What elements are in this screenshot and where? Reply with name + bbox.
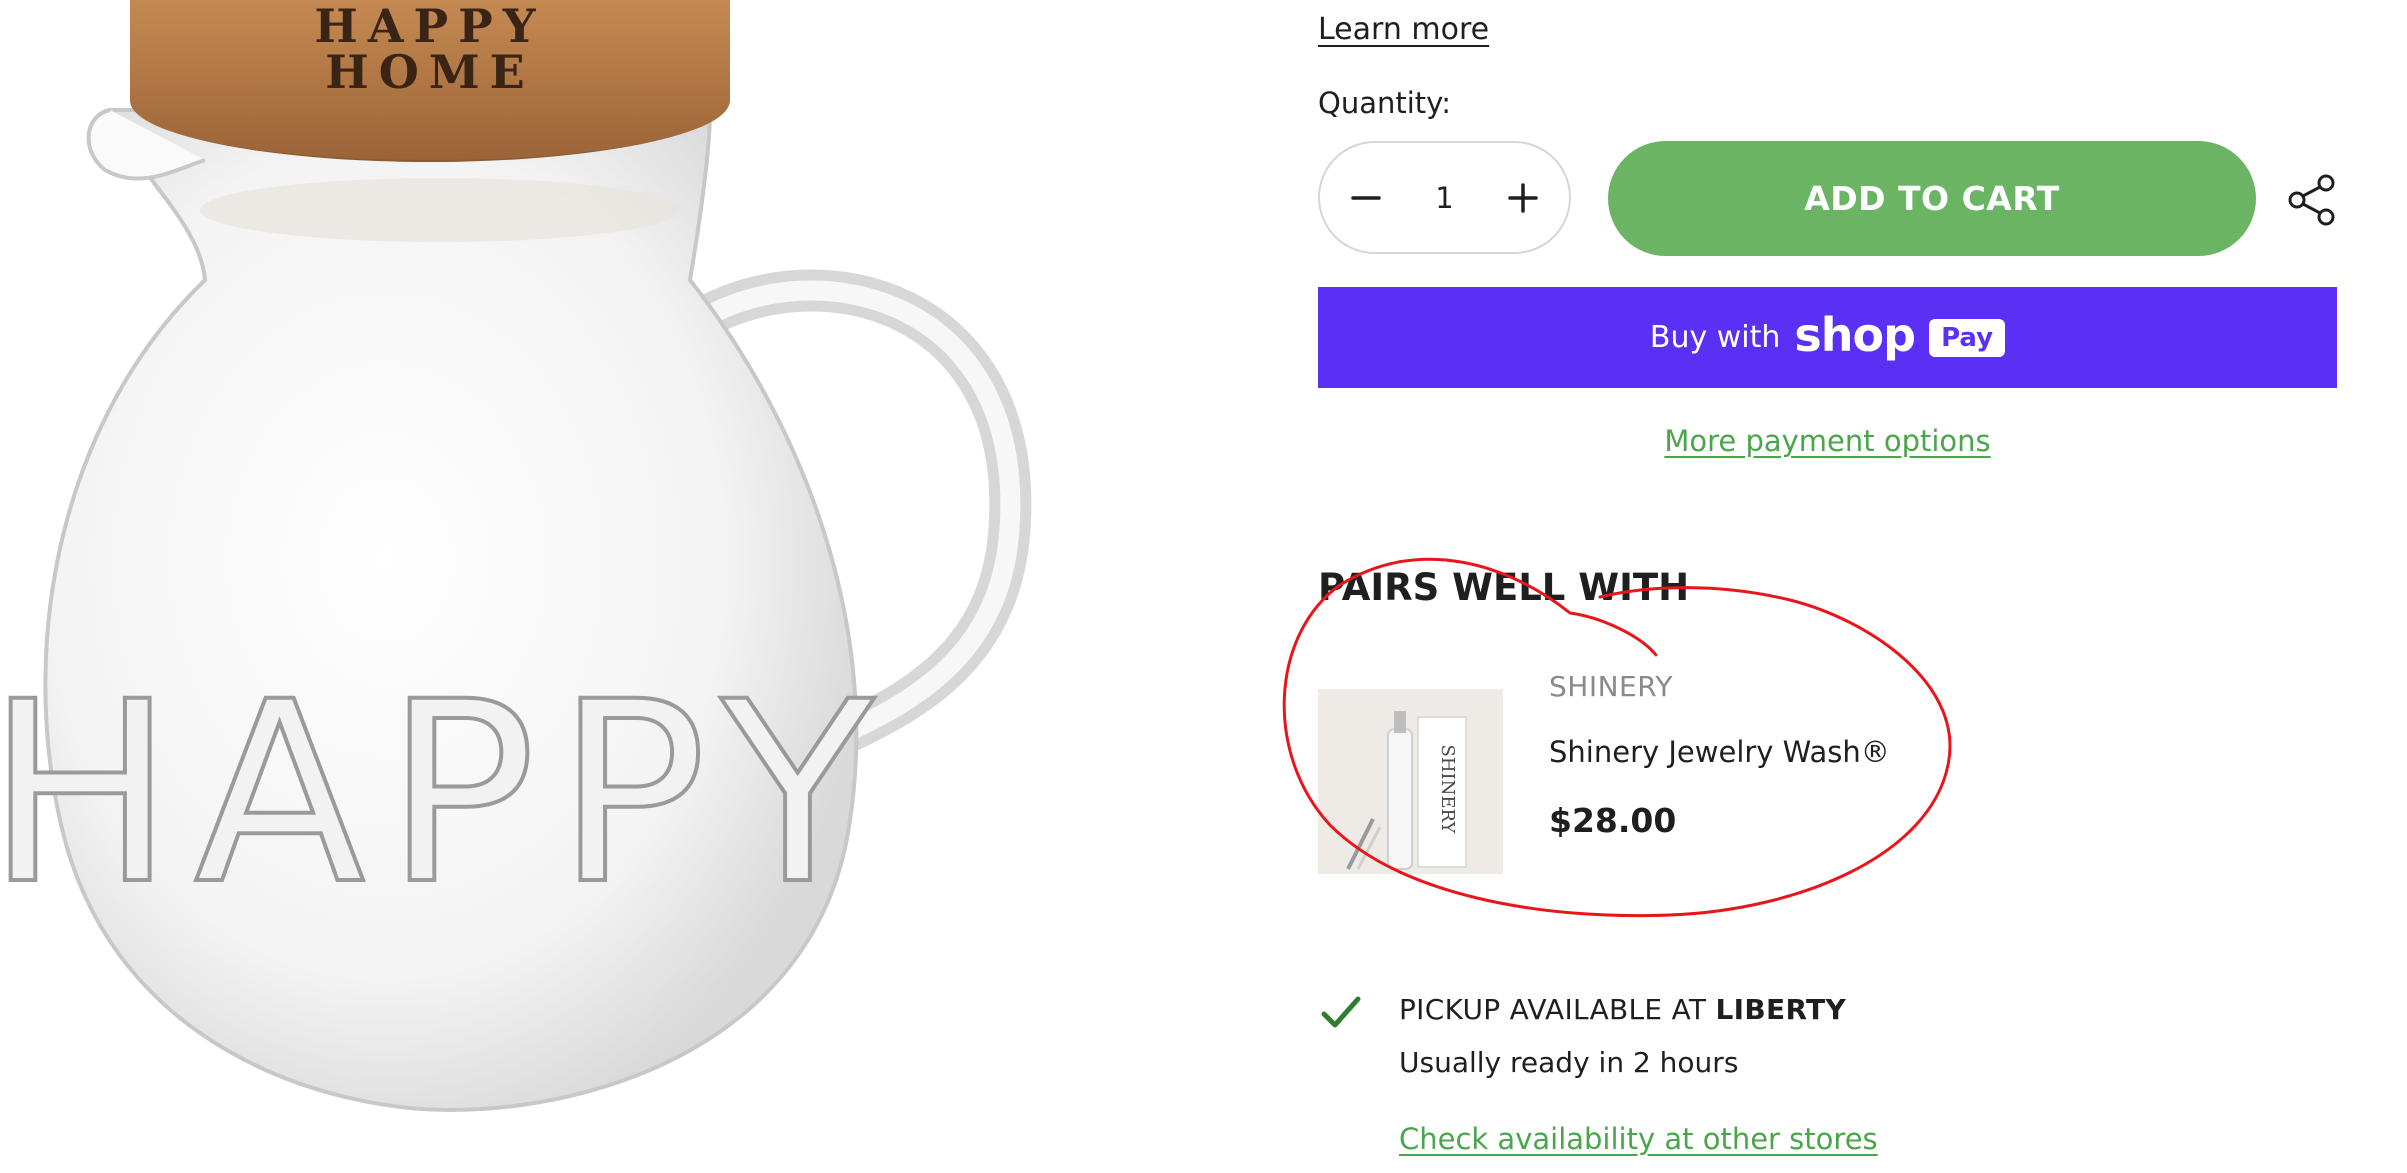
pair-vendor: SHINERY — [1549, 670, 1673, 703]
svg-text:HAPPY: HAPPY — [0, 648, 894, 939]
pair-product-price: $28.00 — [1549, 801, 1677, 840]
pairs-well-with-title: PAIRS WELL WITH — [1318, 566, 1690, 609]
increase-quantity-button[interactable] — [1499, 174, 1547, 222]
quantity-input[interactable]: 1 — [1435, 181, 1453, 215]
product-image: HAPPY HOME HAPPY — [0, 0, 1060, 1173]
learn-more-link[interactable]: Learn more — [1318, 12, 1489, 47]
pair-product-thumbnail[interactable]: SHINERY — [1318, 689, 1503, 874]
pay-badge: Pay — [1929, 318, 2006, 357]
quantity-label: Quantity: — [1318, 86, 1451, 120]
svg-text:HOME: HOME — [325, 45, 535, 99]
svg-text:SHINERY: SHINERY — [1437, 745, 1458, 835]
minus-icon — [1351, 195, 1381, 200]
pickup-ready-time: Usually ready in 2 hours — [1399, 1046, 1739, 1079]
share-icon[interactable] — [2287, 174, 2337, 226]
pair-product-name[interactable]: Shinery Jewelry Wash® — [1549, 735, 1890, 769]
checkmark-icon — [1321, 996, 1361, 1028]
pickup-availability: PICKUP AVAILABLE AT LIBERTY — [1399, 993, 1846, 1026]
quantity-stepper: 1 — [1318, 141, 1571, 254]
pickup-store-name: LIBERTY — [1715, 993, 1847, 1026]
more-payment-options-link[interactable]: More payment options — [1318, 424, 2337, 458]
shop-pay-buy-with: Buy with — [1649, 320, 1781, 355]
jewelry-wash-image: SHINERY — [1318, 689, 1503, 874]
pickup-prefix: PICKUP AVAILABLE AT — [1399, 993, 1707, 1026]
add-to-cart-button[interactable]: ADD TO CART — [1608, 141, 2256, 256]
check-other-stores-link[interactable]: Check availability at other stores — [1399, 1122, 1878, 1156]
plus-icon — [1508, 182, 1538, 213]
shop-logo: shop — [1794, 307, 1916, 362]
decrease-quantity-button[interactable] — [1342, 174, 1390, 222]
shop-pay-button[interactable]: Buy with shop Pay — [1318, 287, 2337, 388]
